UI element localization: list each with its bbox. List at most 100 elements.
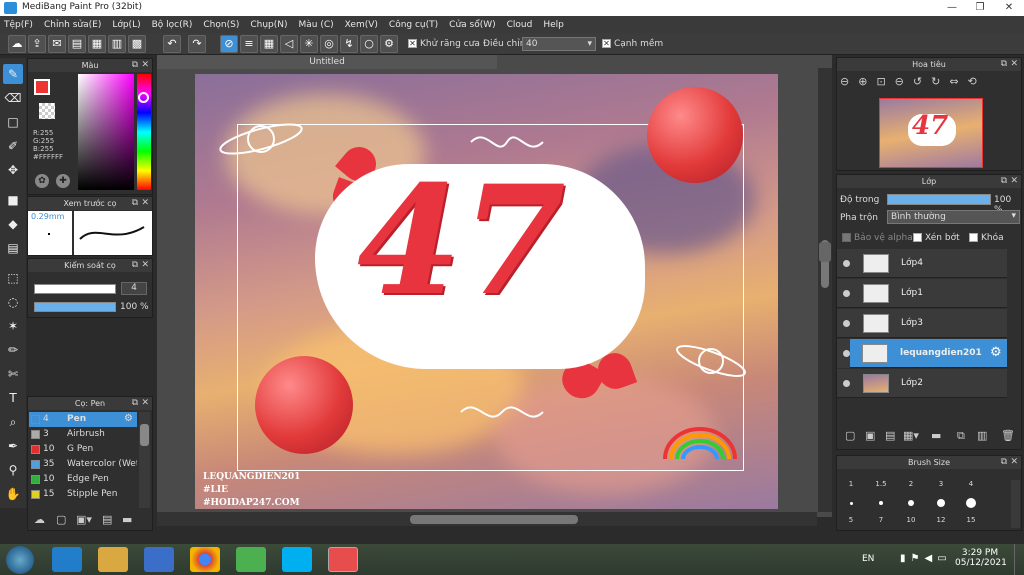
zoom-in-icon[interactable]: ⊕ — [858, 75, 876, 88]
background-color-swatch[interactable] — [39, 103, 55, 119]
show-desktop-button[interactable] — [1014, 544, 1024, 575]
ellipse-snap-icon[interactable]: ○ — [360, 35, 378, 53]
start-button[interactable] — [6, 546, 34, 574]
menu-help[interactable]: Help — [543, 20, 564, 30]
brush-settings-icon[interactable]: ▤ — [102, 513, 112, 526]
language-indicator[interactable]: EN — [862, 554, 874, 564]
brush-tool-icon[interactable]: ✎ — [3, 64, 23, 84]
medibang-icon[interactable] — [328, 547, 358, 572]
battery-icon[interactable]: ▭ — [937, 553, 951, 564]
close-icon[interactable]: ✕ — [1010, 58, 1018, 71]
rotate-left-icon[interactable]: ↺ — [913, 75, 931, 88]
brush-item-gpen[interactable]: 10 G Pen — [29, 442, 137, 457]
palette-add-icon[interactable]: ✚ — [56, 174, 70, 188]
layer-row[interactable]: Lớp4 — [837, 249, 1007, 278]
brush-size-5[interactable]: 5 — [837, 516, 865, 524]
clip-checkbox[interactable]: Xén bớt — [913, 233, 960, 243]
close-icon[interactable]: ✕ — [141, 259, 149, 272]
horizontal-scroll-thumb[interactable] — [410, 515, 578, 524]
select-pen-icon[interactable]: ✏ — [3, 340, 23, 360]
zoom-actual-icon[interactable]: ⊖ — [895, 75, 913, 88]
vertical-scrollbar[interactable] — [818, 68, 832, 512]
brush-size-1-5[interactable]: 1.5 — [867, 480, 895, 488]
circle-snap-icon[interactable]: ◎ — [320, 35, 338, 53]
lasso-tool-icon[interactable]: ◌ — [3, 292, 23, 312]
document-tab[interactable]: Untitled — [157, 55, 497, 69]
zoom-out-icon[interactable]: ⊖ — [840, 75, 858, 88]
brush-cloud-icon[interactable]: ☁ — [34, 513, 45, 526]
ie-icon[interactable] — [52, 547, 82, 572]
chat-icon[interactable]: ✉ — [48, 35, 66, 53]
eye-icon[interactable] — [843, 320, 850, 327]
select-eraser-icon[interactable]: ✄ — [3, 364, 23, 384]
brush-opacity-slider[interactable] — [34, 302, 116, 312]
comment-icon[interactable]: ▤ — [68, 35, 86, 53]
vanish-point-icon[interactable]: ◁ — [280, 35, 298, 53]
brush-size-4[interactable]: 4 — [957, 480, 985, 488]
menu-window[interactable]: Cửa sổ(W) — [449, 20, 495, 30]
menu-filter[interactable]: Bộ lọc(R) — [152, 20, 193, 30]
maximize-button[interactable]: ❐ — [966, 0, 994, 16]
layer-settings-icon[interactable]: ▥ — [977, 429, 987, 442]
close-icon[interactable]: ✕ — [141, 59, 149, 72]
rotate-right-icon[interactable]: ↻ — [931, 75, 949, 88]
navigator-thumbnail[interactable]: 47 — [879, 98, 983, 168]
chrome-icon[interactable] — [190, 547, 220, 572]
close-button[interactable]: ✕ — [994, 0, 1024, 16]
settings-snap-icon[interactable]: ⚙ — [380, 35, 398, 53]
add-brush-icon[interactable]: ▣▾ — [76, 513, 92, 526]
menu-edit[interactable]: Chỉnh sửa(E) — [44, 20, 101, 30]
undo-icon[interactable]: ↶ — [163, 35, 181, 53]
fill-tool-icon[interactable]: ◆ — [3, 214, 23, 234]
crosshair-snap-icon[interactable]: ▦ — [260, 35, 278, 53]
media-player-icon[interactable] — [144, 547, 174, 572]
undock-icon[interactable]: ⧉ — [132, 397, 138, 410]
undock-icon[interactable]: ⧉ — [1001, 456, 1007, 469]
folder-icon[interactable]: ▬ — [122, 513, 132, 526]
page-icon[interactable]: ▦ — [88, 35, 106, 53]
brush-size-scrollbar[interactable] — [1011, 480, 1020, 528]
hue-handle[interactable] — [138, 92, 149, 103]
undock-icon[interactable]: ⧉ — [132, 197, 138, 210]
eye-icon[interactable] — [843, 380, 850, 387]
menu-cloud[interactable]: Cloud — [507, 20, 533, 30]
undock-icon[interactable]: ⧉ — [1001, 175, 1007, 188]
page-setup-icon[interactable]: ▥ — [108, 35, 126, 53]
eye-icon[interactable] — [843, 290, 850, 297]
merge-layer-icon[interactable]: ▤ — [885, 429, 895, 442]
upload-icon[interactable]: ⇪ — [28, 35, 46, 53]
gradient-tool-icon[interactable]: ▤ — [3, 238, 23, 258]
dot-tool-icon[interactable]: □ — [3, 112, 23, 132]
copy-layer-icon[interactable]: ▣ — [865, 429, 875, 442]
brush-list-scroll-thumb[interactable] — [140, 424, 149, 446]
zoom-tool-icon[interactable]: ⚲ — [3, 460, 23, 480]
menu-file[interactable]: Tệp(F) — [4, 20, 33, 30]
redo-icon[interactable]: ↷ — [188, 35, 206, 53]
eraser-tool-icon[interactable]: ⌫ — [3, 88, 23, 108]
coc-coc-icon[interactable] — [236, 547, 266, 572]
clock[interactable]: 3:29 PM 05/12/2021 — [955, 548, 1007, 568]
undock-icon[interactable]: ⧉ — [132, 259, 138, 272]
grid-icon[interactable]: ▩ — [128, 35, 146, 53]
eyedropper-tool-icon[interactable]: ✒ — [3, 436, 23, 456]
radial-snap-icon[interactable]: ✳ — [300, 35, 318, 53]
parallel-snap-icon[interactable]: ≡ — [240, 35, 258, 53]
brush-size-7[interactable]: 7 — [867, 516, 895, 524]
undock-icon[interactable]: ⧉ — [132, 59, 138, 72]
close-icon[interactable]: ✕ — [1010, 456, 1018, 469]
snap-off-icon[interactable]: ⊘ — [220, 35, 238, 53]
artwork[interactable]: 47 LEQUANGDIEN201 #LIE #HOIDAP247.COM — [195, 74, 778, 509]
menu-layer[interactable]: Lớp(L) — [112, 20, 140, 30]
new-brush-icon[interactable]: ▢ — [56, 513, 66, 526]
layer-row[interactable]: Lớp1 — [837, 279, 1007, 308]
gear-icon[interactable]: ⚙ — [990, 345, 1002, 360]
brush-size-2[interactable]: 2 — [897, 480, 925, 488]
curve-snap-icon[interactable]: ↯ — [340, 35, 358, 53]
menu-select[interactable]: Chọn(S) — [203, 20, 239, 30]
layer-opacity-slider[interactable] — [887, 194, 991, 205]
antialias-checkbox[interactable]: ✕ Khử răng cưa — [408, 39, 480, 49]
blend-mode-select[interactable]: Bình thường ▾ — [887, 210, 1020, 224]
rectangle-tool-icon[interactable]: ■ — [3, 190, 23, 210]
network-icon[interactable]: ▮ — [900, 553, 911, 564]
add-layer-menu-icon[interactable]: ▦▾ — [903, 429, 919, 442]
